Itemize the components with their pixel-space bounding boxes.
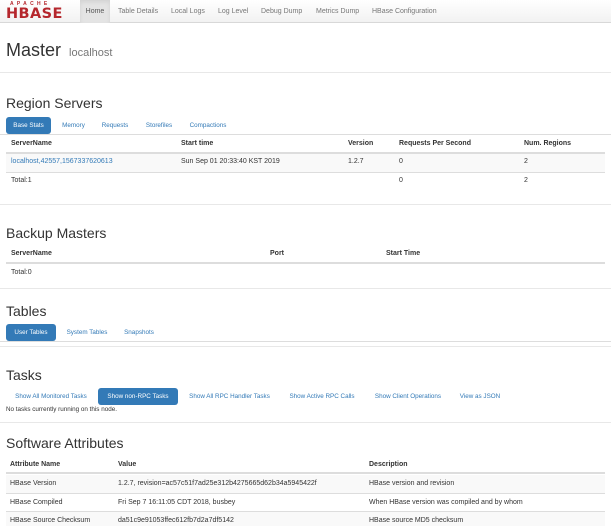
- region-servers-tabs: Base Stats Memory Requests Storefiles Co…: [6, 117, 605, 134]
- table-row: HBase Source Checksum da51c9e91053ffec61…: [6, 511, 605, 526]
- backup-masters-heading: Backup Masters: [6, 225, 107, 241]
- nav-debug-dump[interactable]: Debug Dump: [261, 0, 302, 23]
- backup-masters-table: ServerName Port Start Time Total:0: [6, 246, 605, 282]
- tab-storefiles[interactable]: Storefiles: [139, 117, 179, 134]
- nav-table-details[interactable]: Table Details: [118, 0, 158, 23]
- col-attribute-name: Attribute Name: [10, 461, 61, 468]
- tab-client-operations[interactable]: Show Client Operations: [368, 388, 448, 405]
- total-backup-masters: Total:0: [11, 269, 32, 276]
- nav-home[interactable]: Home: [80, 0, 110, 23]
- table-header-row: ServerName Start time Version Requests P…: [6, 136, 605, 154]
- attr-value: 1.2.7, revision=ac57c51f7ad25e312b427566…: [118, 480, 317, 487]
- cell-start-time: Sun Sep 01 20:33:40 KST 2019: [181, 158, 280, 165]
- tabs-underline: [0, 341, 611, 342]
- tab-view-as-json[interactable]: View as JSON: [454, 388, 506, 405]
- cell-version: 1.2.7: [348, 158, 364, 165]
- attr-value: da51c9e91053ffec612fb7d2a7df5142: [118, 517, 234, 524]
- col-port: Port: [270, 250, 284, 257]
- col-servername: ServerName: [11, 140, 52, 147]
- col-num-regions: Num. Regions: [524, 140, 572, 147]
- attr-name: HBase Source Checksum: [10, 517, 91, 524]
- nav-local-logs[interactable]: Local Logs: [171, 0, 205, 23]
- region-servers-table: ServerName Start time Version Requests P…: [6, 136, 605, 190]
- logo-hbase-text: HBASE: [6, 6, 63, 22]
- divider: [0, 204, 611, 205]
- col-requests-per-second: Requests Per Second: [399, 140, 471, 147]
- server-link[interactable]: localhost,42557,1567337620613: [11, 158, 113, 165]
- table-header-row: Attribute Name Value Description: [6, 457, 605, 474]
- tab-base-stats[interactable]: Base Stats: [6, 117, 51, 134]
- total-requests: 0: [399, 177, 403, 184]
- attr-description: HBase source MD5 checksum: [369, 517, 464, 524]
- col-start-time: Start time: [181, 140, 214, 147]
- divider: [0, 346, 611, 347]
- software-attributes-heading: Software Attributes: [6, 435, 124, 451]
- tabs-underline: [0, 134, 611, 135]
- table-header-row: ServerName Port Start Time: [6, 246, 605, 264]
- tables-tabs: User Tables System Tables Snapshots: [6, 324, 605, 341]
- col-servername: ServerName: [11, 250, 52, 257]
- total-regions: 2: [524, 177, 528, 184]
- attr-description: When HBase version was compiled and by w…: [369, 499, 523, 506]
- divider: [0, 72, 611, 73]
- table-total-row: Total:0: [6, 264, 605, 282]
- nav-log-level[interactable]: Log Level: [218, 0, 248, 23]
- master-host: localhost: [69, 47, 113, 59]
- col-description: Description: [369, 461, 408, 468]
- attr-name: HBase Compiled: [10, 499, 63, 506]
- col-value: Value: [118, 461, 137, 468]
- software-attributes-table: Attribute Name Value Description HBase V…: [6, 457, 605, 526]
- tab-requests[interactable]: Requests: [96, 117, 134, 134]
- tab-memory[interactable]: Memory: [56, 117, 91, 134]
- tab-snapshots[interactable]: Snapshots: [118, 324, 160, 341]
- table-row: localhost,42557,1567337620613 Sun Sep 01…: [6, 154, 605, 172]
- divider: [0, 422, 611, 423]
- hbase-logo[interactable]: APACHE HBASE: [6, 1, 72, 22]
- tab-all-monitored-tasks[interactable]: Show All Monitored Tasks: [6, 388, 96, 405]
- top-navbar: APACHE HBASE Home Table Details Local Lo…: [0, 0, 611, 23]
- master-title: Master: [6, 40, 62, 60]
- cell-num-regions: 2: [524, 158, 528, 165]
- attr-description: HBase version and revision: [369, 480, 455, 487]
- table-total-row: Total:1 0 2: [6, 172, 605, 190]
- region-servers-heading: Region Servers: [6, 95, 103, 111]
- tab-compactions[interactable]: Compactions: [184, 117, 232, 134]
- tab-user-tables[interactable]: User Tables: [6, 324, 56, 341]
- tab-active-rpc-calls[interactable]: Show Active RPC Calls: [283, 388, 361, 405]
- tables-heading: Tables: [6, 303, 47, 319]
- table-row: HBase Version 1.2.7, revision=ac57c51f7a…: [6, 475, 605, 493]
- cell-requests: 0: [399, 158, 403, 165]
- no-tasks-message: No tasks currently running on this node.: [6, 406, 117, 413]
- tab-system-tables[interactable]: System Tables: [61, 324, 113, 341]
- tab-all-rpc-handler-tasks[interactable]: Show All RPC Handler Tasks: [182, 388, 277, 405]
- page-title: Master localhost: [6, 40, 112, 61]
- tasks-heading: Tasks: [6, 367, 42, 383]
- nav-metrics-dump[interactable]: Metrics Dump: [316, 0, 359, 23]
- col-start-time: Start Time: [386, 250, 421, 257]
- divider: [0, 288, 611, 289]
- attr-value: Fri Sep 7 16:11:05 CDT 2018, busbey: [118, 499, 236, 506]
- nav-hbase-configuration[interactable]: HBase Configuration: [372, 0, 437, 23]
- tasks-tabs: Show All Monitored Tasks Show non-RPC Ta…: [6, 388, 605, 405]
- attr-name: HBase Version: [10, 480, 57, 487]
- table-row: HBase Compiled Fri Sep 7 16:11:05 CDT 20…: [6, 493, 605, 511]
- col-version: Version: [348, 140, 374, 147]
- total-servers: Total:1: [11, 177, 32, 184]
- tab-non-rpc-tasks[interactable]: Show non-RPC Tasks: [98, 388, 178, 405]
